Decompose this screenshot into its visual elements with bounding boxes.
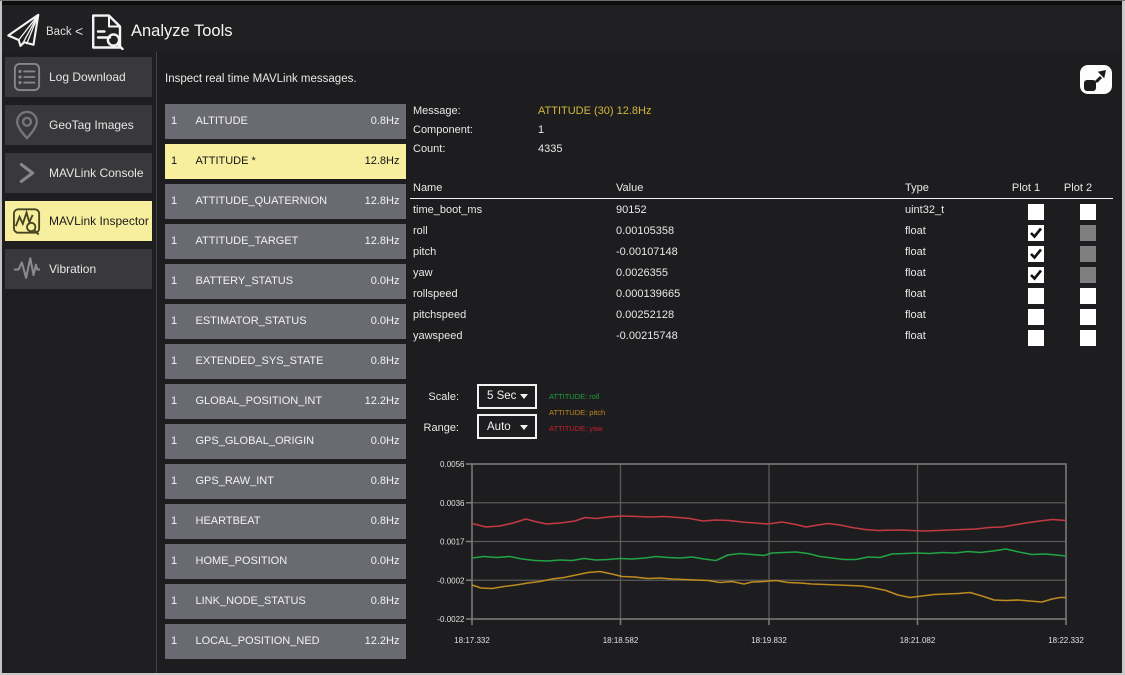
svg-text:18:21.082: 18:21.082 bbox=[900, 636, 936, 645]
svg-text:18:18.582: 18:18.582 bbox=[603, 636, 639, 645]
svg-text:18:22.332: 18:22.332 bbox=[1048, 636, 1084, 645]
svg-text:0.0036: 0.0036 bbox=[440, 499, 465, 508]
svg-text:0.0056: 0.0056 bbox=[440, 460, 465, 469]
svg-text:0.0017: 0.0017 bbox=[440, 538, 465, 547]
svg-text:18:19.832: 18:19.832 bbox=[751, 636, 787, 645]
svg-text:-0.0022: -0.0022 bbox=[437, 615, 465, 624]
svg-text:18:17.332: 18:17.332 bbox=[454, 636, 490, 645]
svg-text:-0.0002: -0.0002 bbox=[437, 576, 465, 585]
